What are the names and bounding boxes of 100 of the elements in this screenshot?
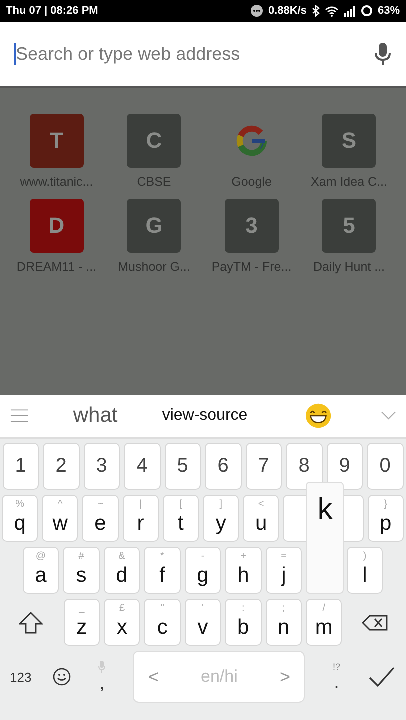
smiley-icon[interactable] [52,668,71,686]
letter-key[interactable]: ~ e [82,495,119,542]
key-letter: w [52,512,68,536]
key-letter: s [76,564,87,588]
key-hint: " [160,603,164,614]
key-hint: !? [332,662,340,672]
wifi-icon [324,6,339,16]
key-hint: < [258,499,264,510]
letter-key[interactable]: [ t [162,495,200,542]
microphone-icon [98,660,106,672]
signal-icon [344,6,356,16]
g-logo-icon[interactable] [234,124,269,158]
letter-key[interactable]: } p [368,495,404,542]
key-hint: - [201,551,205,562]
suggestion[interactable]: view-source [162,407,306,425]
numbers-key[interactable]: 123 [10,670,32,684]
microphone-icon[interactable] [374,42,392,66]
key-letter: c [157,616,168,640]
letter-key[interactable]: + h [225,547,262,594]
number-key[interactable]: 5 [164,443,201,490]
letter-key[interactable]: : b [225,599,262,646]
key-letter: m [315,616,333,640]
key-hint: + [240,551,246,562]
menu-icon[interactable] [10,409,30,423]
key-letter: h [238,564,250,588]
letter-key[interactable]: | r [122,495,159,542]
key-preview-tooltip: k [306,482,344,594]
number-key[interactable]: 4 [124,443,160,490]
key-hint: % [16,499,25,510]
key-hint: * [160,551,164,562]
number-key[interactable]: 6 [205,443,242,490]
shift-icon[interactable] [18,612,43,634]
key-letter: j [282,564,286,588]
key-hint: ; [282,603,286,614]
key-hint: [ [180,499,182,510]
letter-key[interactable]: ] y [203,495,240,542]
letter-key[interactable]: £ x [104,599,140,646]
key-letter: y [216,512,226,536]
key-letter: d [116,564,128,588]
key-hint: £ [120,603,126,614]
key-letter: p [380,512,392,536]
letter-key[interactable]: % q [2,495,38,542]
key-hint: ) [363,551,367,562]
letter-key[interactable]: < u [243,495,280,542]
suggestion[interactable]: what [73,404,162,428]
key-hint: ~ [98,499,104,510]
comma-key[interactable]: , [100,672,105,694]
key-letter: n [278,616,290,640]
search-field[interactable]: Search or type web address [14,43,374,65]
key-hint: # [78,551,84,562]
number-key[interactable]: 0 [367,443,404,490]
key-letter: f [160,564,166,588]
battery-level: 63% [378,5,400,17]
key-letter: g [197,564,209,588]
key-hint: | [139,499,142,510]
key-hint: _ [79,603,85,614]
chat-icon [251,5,264,17]
letter-key[interactable]: _ z [64,599,100,646]
backspace-icon[interactable] [362,614,388,630]
key-hint: : [242,603,245,614]
letter-key[interactable]: ^ w [42,495,78,542]
letter-key[interactable]: # s [63,547,100,594]
number-key[interactable]: 2 [43,443,80,490]
letter-key[interactable]: = j [266,547,302,594]
key-hint: & [118,551,126,562]
key-letter: q [14,512,26,536]
letter-key[interactable]: / m [306,599,342,646]
number-key[interactable]: 1 [2,443,39,490]
key-letter: e [94,512,106,536]
grinning-emoji-icon[interactable] [305,403,333,429]
key-hint: ^ [58,499,63,510]
letter-key[interactable]: ) l [346,547,384,594]
network-speed: 0.88K/s [268,5,307,17]
bluetooth-icon [312,5,320,17]
key-hint: ' [202,603,204,614]
number-key[interactable]: 9 [326,443,363,490]
letter-key[interactable]: & d [104,547,140,594]
key-hint: = [281,551,287,562]
key-letter: a [35,564,47,588]
letter-key[interactable]: * f [144,547,181,594]
period-key[interactable]: . [334,672,340,692]
letter-key[interactable]: ; n [266,599,302,646]
status-time: Thu 07 | 08:26 PM [6,5,98,17]
key-letter: u [255,512,268,536]
checkmark-icon[interactable] [368,666,396,688]
letter-key[interactable]: @ a [22,547,60,594]
key-letter: r [137,512,144,536]
key-hint: ] [220,499,222,510]
letter-key[interactable]: " c [144,599,181,646]
key-letter: l [362,564,368,588]
number-key[interactable]: 7 [246,443,282,490]
letter-key[interactable]: ' v [184,599,222,646]
key-letter: t [178,512,184,536]
site-tile[interactable]: T [30,114,84,168]
battery-icon [360,5,373,17]
key-letter: b [238,616,250,640]
number-key[interactable]: 3 [84,443,120,490]
letter-key[interactable]: - g [184,547,222,594]
number-key[interactable]: 8 [286,443,322,490]
key-hint: / [322,603,326,614]
